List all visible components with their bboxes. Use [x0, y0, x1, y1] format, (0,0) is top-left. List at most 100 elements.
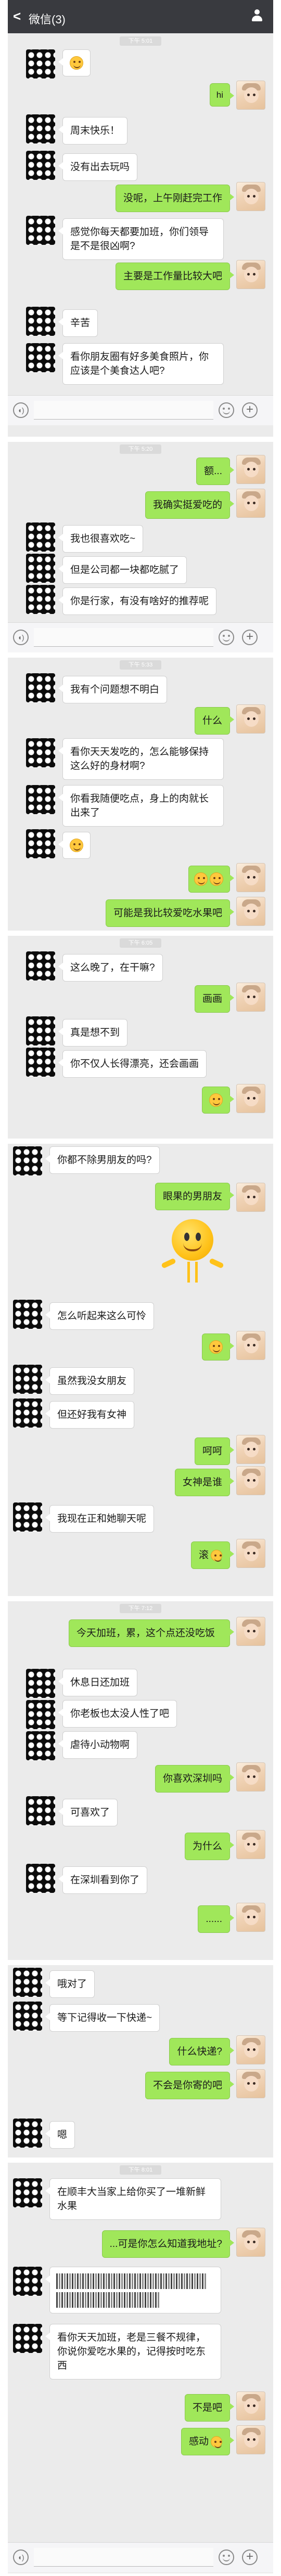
contact-info-icon[interactable] [250, 9, 264, 23]
voice-icon[interactable]: ◖) [13, 402, 29, 418]
avatar[interactable] [13, 1146, 42, 1175]
avatar[interactable] [13, 1365, 42, 1394]
self-avatar[interactable] [236, 704, 265, 734]
avatar[interactable] [26, 114, 55, 143]
avatar[interactable] [26, 1669, 55, 1698]
avatar[interactable] [26, 673, 55, 702]
message-bubble: 你都不除男朋友的吗? [45, 1146, 160, 1174]
avatar[interactable] [13, 1300, 42, 1329]
avatar[interactable] [13, 1398, 42, 1428]
smile-emoji-icon [194, 872, 208, 886]
self-avatar[interactable] [236, 2069, 265, 2098]
plus-icon[interactable]: + [242, 2549, 258, 2565]
self-avatar[interactable] [236, 182, 265, 211]
avatar[interactable] [26, 307, 55, 336]
voice-icon[interactable]: ◖) [13, 2549, 29, 2565]
plus-icon[interactable]: + [242, 630, 258, 645]
redacted-address-message [45, 2267, 221, 2313]
chat-screenshot-3: 下午 5:33 我有个问题想不明白 什么 看你天天发吃的，怎么能够保持这么好的身… [8, 658, 273, 931]
avatar[interactable] [26, 554, 55, 583]
avatar[interactable] [13, 2119, 42, 2148]
timestamp: 下午 5:33 [120, 660, 161, 670]
plus-icon[interactable]: + [242, 402, 258, 418]
message-bubble: 你喜欢深圳吗 [155, 1765, 235, 1793]
avatar[interactable] [13, 2002, 42, 2031]
self-avatar[interactable] [236, 2391, 265, 2421]
timestamp: 下午 5:20 [120, 444, 161, 454]
timestamp: 下午 7:12 [120, 1604, 161, 1613]
self-avatar[interactable] [236, 81, 265, 110]
message-bubble: 我也很喜欢吃~ [58, 525, 144, 553]
avatar[interactable] [26, 738, 55, 767]
emoji-icon[interactable] [219, 2549, 234, 2565]
avatar[interactable] [26, 1016, 55, 1045]
self-avatar[interactable] [236, 260, 265, 289]
message-bubble: hi [209, 83, 235, 107]
self-avatar[interactable] [236, 455, 265, 484]
self-avatar[interactable] [236, 1084, 265, 1113]
avatar[interactable] [26, 1048, 55, 1077]
message-bubble: 辛苦 [58, 309, 98, 337]
emoji-message [202, 1087, 234, 1114]
self-avatar[interactable] [236, 897, 265, 926]
avatar[interactable] [26, 951, 55, 980]
timestamp: 下午 5:01 [120, 36, 161, 46]
avatar[interactable] [26, 1864, 55, 1893]
voice-icon[interactable]: ◖) [13, 630, 29, 645]
message-bubble: 不会是你寄的吧 [145, 2072, 235, 2099]
avatar[interactable] [13, 2178, 42, 2207]
self-avatar[interactable] [236, 489, 265, 518]
self-avatar[interactable] [236, 1331, 265, 1360]
title-bar: < 微信(3) [8, 0, 273, 33]
self-avatar[interactable] [236, 863, 265, 892]
avatar[interactable] [26, 1731, 55, 1760]
self-avatar[interactable] [236, 1762, 265, 1792]
self-avatar[interactable] [236, 1466, 265, 1495]
self-avatar[interactable] [236, 1435, 265, 1464]
avatar[interactable] [13, 2267, 42, 2296]
message-bubble: 感动 [181, 2428, 235, 2455]
avatar[interactable] [13, 2324, 42, 2353]
message-bubble: 虐待小动物啊 [58, 1731, 138, 1759]
avatar[interactable] [26, 1796, 55, 1825]
self-avatar[interactable] [236, 983, 265, 1012]
avatar[interactable] [26, 1700, 55, 1729]
message-bubble: 看你天天发吃的，怎么能够保持这么好的身材啊? [58, 738, 224, 780]
self-avatar[interactable] [236, 1183, 265, 1212]
self-avatar[interactable] [236, 2228, 265, 2257]
avatar[interactable] [26, 343, 55, 372]
self-avatar[interactable] [236, 1903, 265, 1932]
emoji-message [202, 1333, 234, 1361]
self-avatar[interactable] [236, 1539, 265, 1568]
avatar[interactable] [26, 49, 55, 79]
chat-screenshot-6: 下午 7:12 今天加班，累，这个点还没吃饭 休息日还加班 你老板也太没人性了吧… [8, 1601, 273, 1960]
emoji-message [188, 866, 234, 893]
message-bubble: 但还好我有女神 [45, 1401, 135, 1429]
message-bubble: 等下记得收一下快递~ [45, 2004, 160, 2032]
back-button[interactable]: < [13, 9, 21, 23]
message-input[interactable] [34, 2548, 213, 2567]
avatar[interactable] [13, 1968, 42, 1997]
avatar[interactable] [26, 829, 55, 858]
message-bubble: 呵呵 [194, 1437, 235, 1465]
message-bubble: 休息日还加班 [58, 1669, 138, 1696]
avatar[interactable] [13, 1502, 42, 1532]
message-bubble: 什么 [194, 707, 235, 735]
self-avatar[interactable] [236, 1830, 265, 1859]
message-bubble: 什么快递? [169, 2038, 234, 2065]
emoji-icon[interactable] [219, 630, 234, 645]
avatar[interactable] [26, 785, 55, 814]
self-avatar[interactable] [236, 2425, 265, 2454]
message-input[interactable] [34, 401, 213, 420]
avatar[interactable] [26, 216, 55, 245]
avatar[interactable] [26, 522, 55, 552]
smile-emoji-icon [211, 2436, 222, 2448]
chat-screenshot-4: 下午 6:05 这么晚了，在干嘛? 画画 真是想不到 你不仅人长得漂亮，还会画画 [8, 936, 273, 1139]
avatar[interactable] [26, 151, 55, 180]
emoji-icon[interactable] [219, 402, 234, 418]
message-input[interactable] [34, 628, 213, 647]
self-avatar[interactable] [236, 1617, 265, 1646]
avatar[interactable] [26, 585, 55, 614]
self-avatar[interactable] [236, 2035, 265, 2064]
chat-screenshot-7: 哦对了 等下记得收一下快递~ 什么快递? 不会是你寄的吧 嗯 [8, 1965, 273, 2157]
